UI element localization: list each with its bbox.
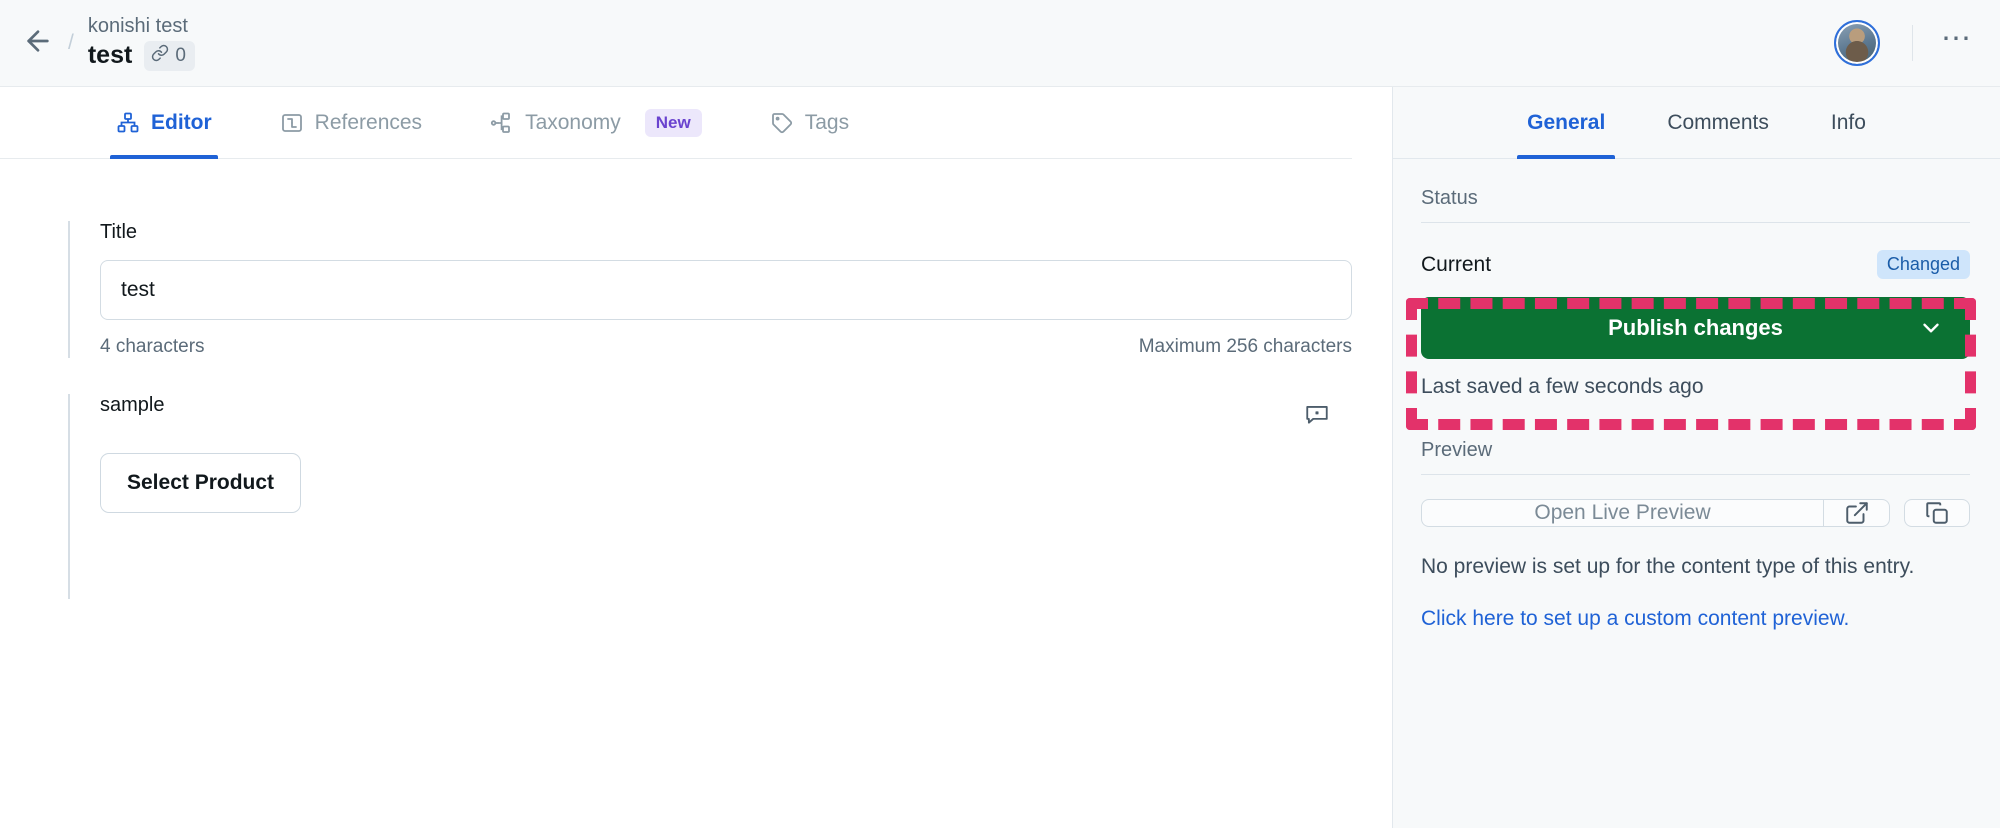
- main-panel: Editor References Taxonomy New Tags Titl…: [0, 87, 1392, 828]
- divider: [1912, 25, 1913, 61]
- content-model-icon: [116, 111, 140, 135]
- last-saved-text: Last saved a few seconds ago: [1421, 375, 1704, 398]
- char-count: 4 characters: [100, 336, 205, 357]
- open-live-preview-button[interactable]: Open Live Preview: [1422, 500, 1823, 526]
- tab-new-badge: New: [644, 108, 702, 137]
- breadcrumb: konishi test test 0: [88, 15, 195, 71]
- preview-empty-note: No preview is set up for the content typ…: [1421, 555, 1915, 578]
- link-count-badge[interactable]: 0: [144, 41, 195, 71]
- tab-label: Editor: [151, 110, 212, 134]
- status-row: Current Changed: [1421, 250, 1970, 279]
- entry-title-row: test 0: [88, 41, 195, 71]
- tag-icon: [770, 111, 794, 135]
- link-count-value: 0: [175, 45, 186, 66]
- field-title-label: Title: [100, 221, 138, 243]
- tab-taxonomy[interactable]: Taxonomy New: [484, 87, 708, 158]
- external-link-icon[interactable]: [1823, 500, 1889, 526]
- tab-label: References: [314, 110, 423, 134]
- tab-label: Tags: [804, 110, 850, 134]
- publish-changes-button[interactable]: Publish changes: [1421, 297, 1970, 359]
- tab-tags[interactable]: Tags: [764, 87, 855, 158]
- chevron-down-icon[interactable]: [1918, 315, 1944, 341]
- page-title: test: [87, 41, 133, 70]
- top-bar-actions: ⋯: [1834, 20, 1972, 66]
- field-sample-header: sample: [100, 394, 1352, 433]
- comment-icon[interactable]: [1304, 401, 1352, 427]
- top-bar: / konishi test test 0 ⋯: [0, 0, 2000, 87]
- editor-tab-bar: Editor References Taxonomy New Tags: [0, 87, 1352, 159]
- body: Editor References Taxonomy New Tags Titl…: [0, 87, 2000, 828]
- tab-label: Taxonomy: [525, 110, 621, 134]
- open-live-preview-group: Open Live Preview: [1421, 499, 1890, 527]
- back-button[interactable]: [14, 19, 62, 67]
- field-title: Title 4 characters Maximum 256 character…: [68, 221, 1352, 358]
- field-title-helpers: 4 characters Maximum 256 characters: [100, 336, 1352, 358]
- status-current-label: Current: [1421, 252, 1492, 276]
- field-sample: sample Select Product: [68, 394, 1352, 599]
- tab-editor[interactable]: Editor: [110, 87, 218, 159]
- app-root: / konishi test test 0 ⋯ Editor Reference…: [0, 0, 2000, 828]
- sidebar-tab-general[interactable]: General: [1517, 87, 1616, 159]
- preview-section-heading: Preview: [1421, 439, 1970, 475]
- sidebar-tab-info[interactable]: Info: [1827, 87, 1870, 158]
- avatar[interactable]: [1834, 20, 1880, 66]
- preview-actions-row: Open Live Preview: [1421, 499, 1970, 527]
- status-badge: Changed: [1876, 250, 1970, 279]
- tab-references[interactable]: References: [274, 87, 428, 158]
- link-icon: [151, 44, 169, 68]
- taxonomy-icon: [490, 111, 514, 135]
- sidebar-tab-bar: General Comments Info: [1393, 87, 2000, 159]
- setup-content-preview-link[interactable]: Click here to set up a custom content pr…: [1421, 607, 1849, 631]
- sidebar-panel: General Comments Info Status Current Cha…: [1392, 87, 2000, 828]
- references-icon: [280, 111, 304, 135]
- title-input[interactable]: [100, 260, 1352, 320]
- status-section-heading: Status: [1421, 187, 1970, 223]
- field-sample-label: sample: [100, 394, 165, 416]
- sidebar-content: Status Current Changed Publish changes L…: [1393, 159, 2000, 631]
- more-options-button[interactable]: ⋯: [1941, 23, 1972, 57]
- select-product-button[interactable]: Select Product: [100, 453, 302, 513]
- copy-icon[interactable]: [1904, 499, 1970, 527]
- breadcrumb-parent-link[interactable]: konishi test: [88, 15, 195, 38]
- breadcrumb-separator: /: [68, 31, 74, 54]
- sidebar-tab-comments[interactable]: Comments: [1663, 87, 1773, 158]
- max-chars-note: Maximum 256 characters: [1138, 336, 1352, 357]
- publish-button-label: Publish changes: [1608, 315, 1783, 340]
- arrow-left-icon: [22, 25, 54, 62]
- entry-form: Title 4 characters Maximum 256 character…: [0, 159, 1392, 599]
